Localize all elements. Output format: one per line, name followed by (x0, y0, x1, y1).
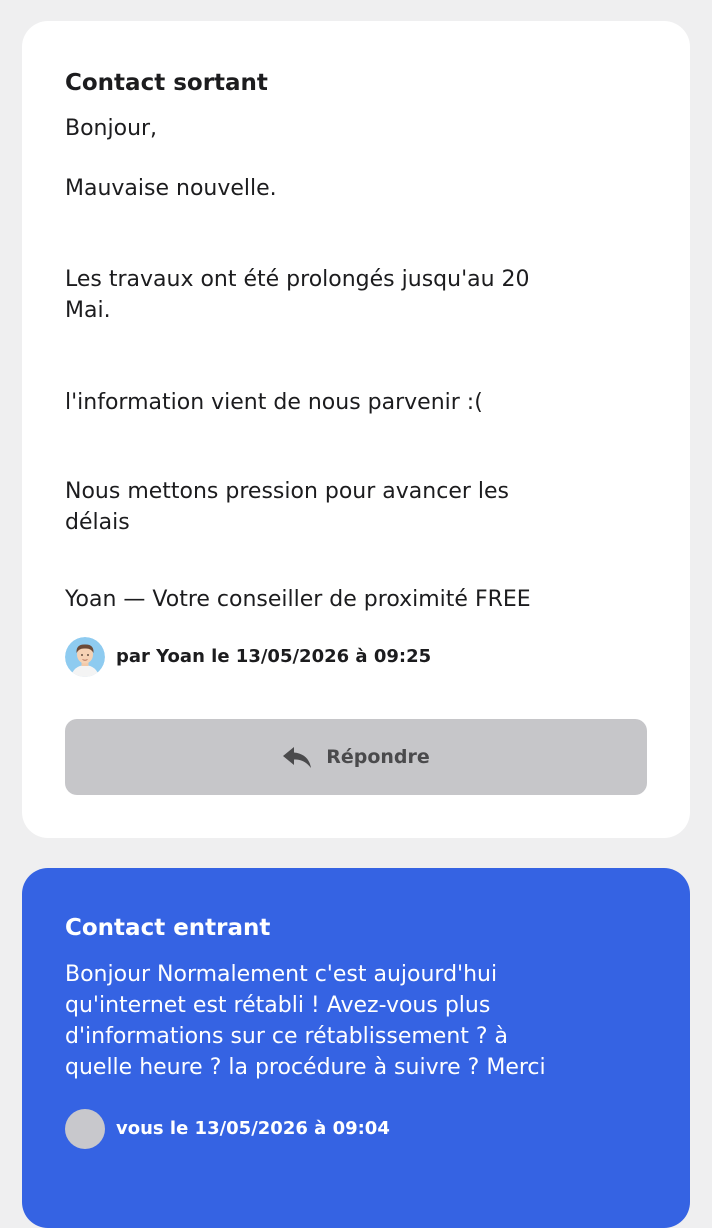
message-line: l'information vient de nous parvenir :( (65, 390, 483, 415)
incoming-message-card: Contact entrant Bonjour Normalement c'es… (22, 868, 690, 1228)
outgoing-message-card: Contact sortant Bonjour, Mauvaise nouvel… (22, 21, 690, 838)
message-line: Mai. (65, 298, 111, 323)
person-avatar-icon (65, 637, 105, 677)
message-line: quelle heure ? la procédure à suivre ? M… (65, 1055, 546, 1080)
message-line: Bonjour, (65, 116, 158, 141)
message-line: délais (65, 510, 130, 535)
message-line: qu'internet est rétabli ! Avez-vous plus (65, 993, 491, 1018)
incoming-author-text: vous le 13/05/2026 à 09:04 (116, 1118, 390, 1139)
outgoing-author-row: par Yoan le 13/05/2026 à 09:25 (65, 637, 647, 677)
incoming-message-title: Contact entrant (65, 915, 271, 941)
reply-arrow-icon (283, 747, 312, 768)
reply-button[interactable]: Répondre (65, 719, 647, 795)
message-line: Mauvaise nouvelle. (65, 176, 277, 201)
reply-button-label: Répondre (326, 746, 430, 768)
outgoing-message-title: Contact sortant (65, 70, 268, 96)
message-line: Nous mettons pression pour avancer les (65, 479, 509, 504)
incoming-author-row: vous le 13/05/2026 à 09:04 (65, 1109, 647, 1149)
outgoing-author-text: par Yoan le 13/05/2026 à 09:25 (116, 646, 432, 667)
message-line: d'informations sur ce rétablissement ? à (65, 1024, 509, 1049)
placeholder-avatar-icon (65, 1109, 105, 1149)
message-line: Les travaux ont été prolongés jusqu'au 2… (65, 267, 530, 292)
message-signature: Yoan — Votre conseiller de proximité FRE… (65, 587, 531, 612)
message-line: Bonjour Normalement c'est aujourd'hui (65, 962, 498, 987)
